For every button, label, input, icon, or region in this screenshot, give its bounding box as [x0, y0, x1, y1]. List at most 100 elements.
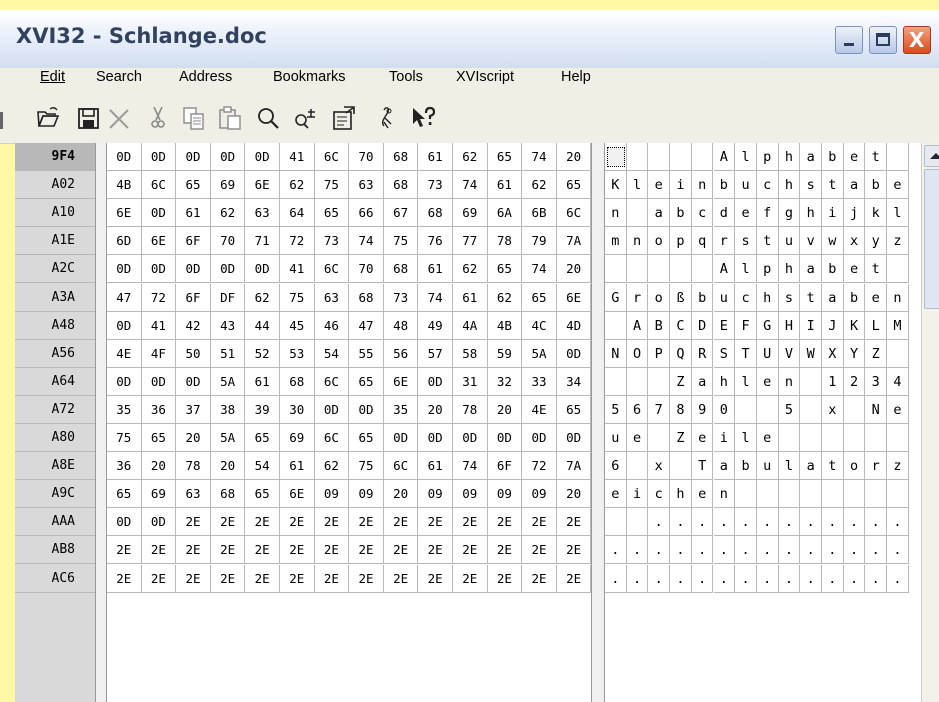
- hex-cell[interactable]: 5A: [210, 424, 246, 452]
- hex-cell[interactable]: 6E: [556, 283, 592, 312]
- text-cell[interactable]: [670, 452, 692, 481]
- hex-cell[interactable]: 65: [349, 424, 384, 452]
- toolbar-grip[interactable]: [0, 112, 3, 129]
- hex-cell[interactable]: 5A: [210, 367, 246, 396]
- text-cell[interactable]: [691, 255, 714, 284]
- text-cell[interactable]: .: [648, 536, 671, 565]
- text-cell[interactable]: n: [778, 367, 801, 396]
- hex-cell[interactable]: 4E: [522, 395, 557, 424]
- hex-cell[interactable]: 0D: [418, 367, 453, 396]
- hex-cell[interactable]: 37: [176, 395, 211, 424]
- text-cell[interactable]: [605, 508, 627, 537]
- hex-cell[interactable]: 2E: [314, 536, 350, 565]
- hex-cell[interactable]: 61: [453, 283, 488, 312]
- hex-cell[interactable]: 53: [280, 339, 315, 368]
- hex-cell[interactable]: 48: [383, 311, 419, 340]
- text-cell[interactable]: L: [865, 311, 888, 340]
- text-cell[interactable]: [822, 480, 844, 509]
- text-cell[interactable]: [626, 199, 649, 228]
- hex-cell[interactable]: 61: [418, 143, 453, 171]
- hex-cell[interactable]: 36: [107, 452, 142, 481]
- hex-cell[interactable]: 65: [245, 424, 280, 452]
- text-cell[interactable]: [865, 480, 888, 509]
- text-cell[interactable]: .: [670, 536, 692, 565]
- text-cell[interactable]: .: [691, 564, 714, 593]
- text-cell[interactable]: t: [865, 143, 888, 171]
- hex-cell[interactable]: 35: [383, 395, 419, 424]
- text-cell[interactable]: .: [778, 508, 801, 537]
- text-cell[interactable]: [691, 143, 714, 171]
- text-cell[interactable]: Y: [843, 339, 866, 368]
- hex-cell[interactable]: 73: [418, 171, 453, 200]
- hex-cell[interactable]: 69: [210, 171, 246, 200]
- hex-cell[interactable]: 68: [349, 283, 384, 312]
- hex-cell[interactable]: 4E: [107, 339, 142, 368]
- hex-cell[interactable]: 4B: [487, 311, 523, 340]
- text-cell[interactable]: h: [670, 480, 692, 509]
- text-cell[interactable]: e: [691, 424, 714, 452]
- hex-cell[interactable]: 2E: [418, 508, 453, 537]
- hex-cell[interactable]: 2E: [453, 564, 488, 593]
- hex-cell[interactable]: 45: [280, 311, 315, 340]
- hex-cell[interactable]: 09: [418, 480, 453, 509]
- text-cell[interactable]: .: [865, 536, 888, 565]
- text-cell[interactable]: t: [865, 255, 888, 284]
- hex-cell[interactable]: 62: [314, 452, 350, 481]
- scroll-thumb[interactable]: [924, 169, 939, 309]
- text-cell[interactable]: a: [843, 171, 866, 200]
- text-cell[interactable]: m: [605, 227, 627, 256]
- text-cell[interactable]: b: [670, 199, 692, 228]
- text-cell[interactable]: G: [756, 311, 779, 340]
- text-cell[interactable]: c: [648, 480, 671, 509]
- hex-cell[interactable]: 62: [487, 283, 523, 312]
- text-cell[interactable]: z: [887, 452, 909, 481]
- text-cell[interactable]: .: [887, 564, 909, 593]
- find-button[interactable]: [256, 104, 280, 132]
- hex-cell[interactable]: 70: [349, 255, 384, 284]
- hex-cell[interactable]: 5A: [522, 339, 557, 368]
- text-cell[interactable]: M: [887, 311, 909, 340]
- hex-cell[interactable]: 2E: [522, 564, 557, 593]
- text-cell[interactable]: o: [648, 227, 671, 256]
- hex-cell[interactable]: 64: [280, 199, 315, 228]
- hex-cell[interactable]: 4B: [107, 171, 142, 200]
- hex-cell[interactable]: 42: [176, 311, 211, 340]
- text-cell[interactable]: s: [735, 227, 757, 256]
- hex-cell[interactable]: 58: [453, 339, 488, 368]
- hex-cell[interactable]: 68: [383, 255, 419, 284]
- hex-cell[interactable]: 2E: [487, 536, 523, 565]
- hex-cell[interactable]: 2E: [280, 508, 315, 537]
- text-cell[interactable]: h: [778, 143, 801, 171]
- menu-edit[interactable]: Edit: [40, 68, 65, 86]
- text-cell[interactable]: [778, 424, 801, 452]
- hex-cell[interactable]: 2E: [176, 564, 211, 593]
- hex-cell[interactable]: 61: [280, 452, 315, 481]
- delete-button[interactable]: [107, 104, 131, 132]
- hex-cell[interactable]: 6F: [176, 283, 211, 312]
- hex-cell[interactable]: 20: [383, 480, 419, 509]
- hex-cell[interactable]: 6C: [141, 171, 177, 200]
- hex-cell[interactable]: 74: [453, 452, 488, 481]
- text-cell[interactable]: a: [822, 283, 844, 312]
- text-cell[interactable]: n: [626, 227, 649, 256]
- text-cell[interactable]: e: [648, 171, 671, 200]
- text-cell[interactable]: [778, 480, 801, 509]
- hex-cell[interactable]: 6C: [314, 367, 350, 396]
- text-cell[interactable]: r: [865, 452, 888, 481]
- hex-cell[interactable]: 75: [383, 227, 419, 256]
- text-cell[interactable]: a: [800, 143, 822, 171]
- hex-cell[interactable]: 2E: [556, 564, 592, 593]
- text-cell[interactable]: e: [865, 283, 888, 312]
- hex-cell[interactable]: 66: [349, 199, 384, 228]
- text-cell[interactable]: .: [735, 564, 757, 593]
- hex-cell[interactable]: 63: [349, 171, 384, 200]
- text-cell[interactable]: j: [843, 199, 866, 228]
- hex-cell[interactable]: 61: [487, 171, 523, 200]
- hex-cell[interactable]: 68: [210, 480, 246, 509]
- text-cell[interactable]: s: [778, 283, 801, 312]
- hex-cell[interactable]: 65: [141, 424, 177, 452]
- text-cell[interactable]: z: [887, 227, 909, 256]
- text-cell[interactable]: e: [843, 255, 866, 284]
- text-cell[interactable]: e: [756, 424, 779, 452]
- text-cell[interactable]: [648, 424, 671, 452]
